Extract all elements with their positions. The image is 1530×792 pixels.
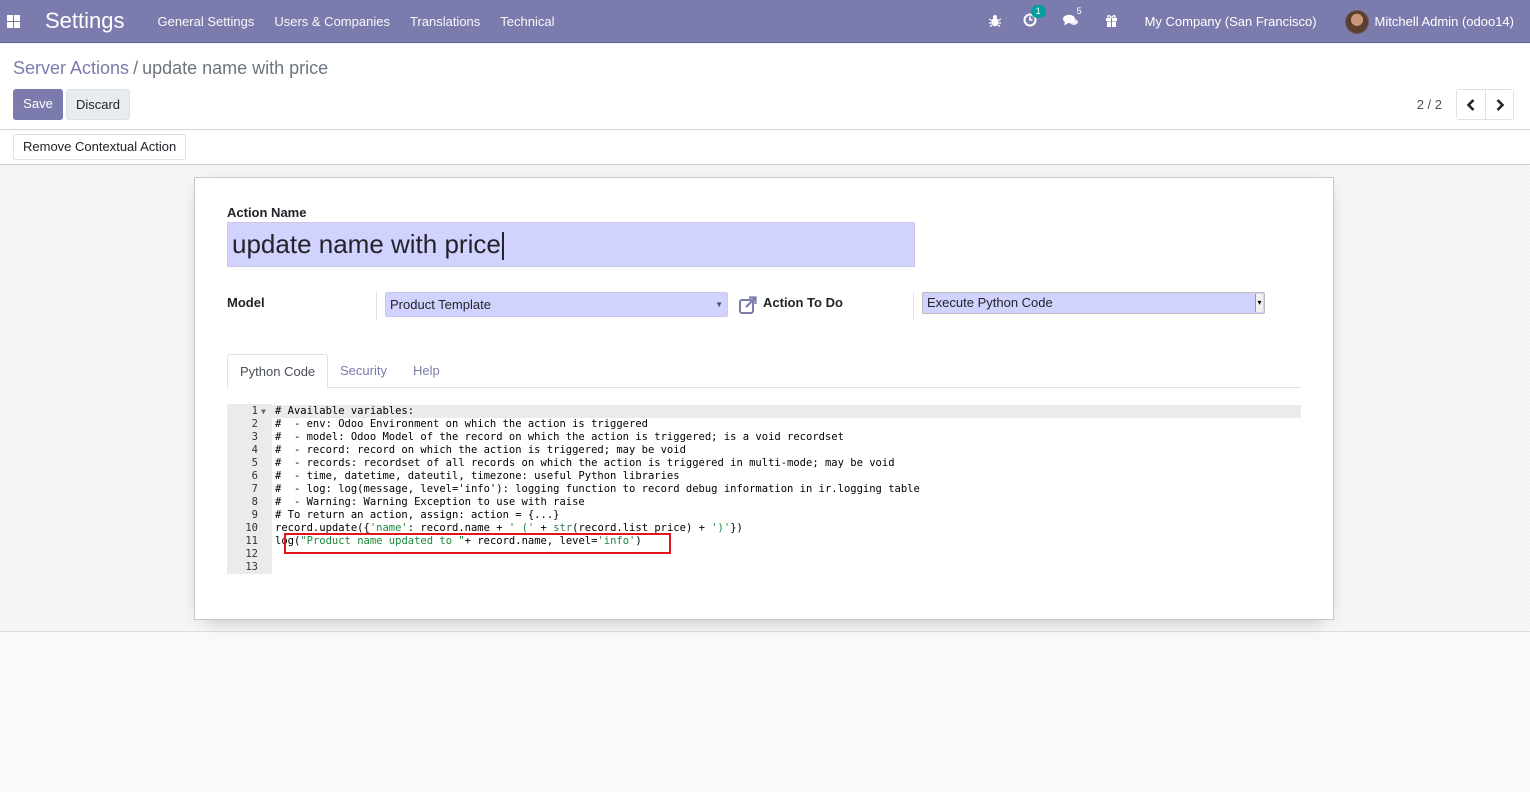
code-line: 5 # - records: recordset of all records o… bbox=[251, 457, 895, 469]
external-link-icon[interactable] bbox=[738, 295, 758, 315]
user-menu[interactable]: Mitchell Admin (odoo14) bbox=[1344, 9, 1514, 34]
avatar bbox=[1344, 9, 1369, 34]
code-line: 13 bbox=[245, 561, 258, 573]
breadcrumb-current: update name with price bbox=[142, 58, 329, 78]
action-to-do-select[interactable]: Execute Python Code ▾ bbox=[922, 292, 1265, 314]
dropdown-caret-icon: ▾ bbox=[1255, 294, 1263, 312]
menu-translations[interactable]: Translations bbox=[410, 14, 480, 29]
pager: 2 / 2 bbox=[1417, 89, 1514, 120]
notebook-tabs: Python Code Security Help bbox=[227, 354, 1301, 389]
code-line: 4 # - record: record on which the action … bbox=[251, 444, 686, 456]
messages-badge: 5 bbox=[1076, 5, 1082, 16]
discard-button[interactable]: Discard bbox=[66, 89, 130, 120]
code-line: 8 # - Warning: Warning Exception to use w… bbox=[251, 496, 585, 508]
text-cursor bbox=[501, 232, 504, 261]
code-line: 3 # - model: Odoo Model of the record on … bbox=[251, 431, 844, 443]
tab-python-code[interactable]: Python Code bbox=[227, 354, 329, 389]
model-select[interactable]: Product Template ▼ bbox=[385, 292, 728, 317]
field-separator bbox=[376, 292, 377, 320]
top-navbar: Settings General Settings Users & Compan… bbox=[0, 0, 1530, 43]
action-to-do-label: Action To Do bbox=[763, 295, 843, 310]
page-bottom bbox=[0, 633, 1530, 792]
code-line-10: record.update({'name': record.name + ' (… bbox=[275, 522, 743, 534]
code-line-11: log("Product name updated to "+ record.n… bbox=[275, 535, 642, 547]
tab-help[interactable]: Help bbox=[413, 354, 440, 389]
chevron-right-icon bbox=[1496, 98, 1504, 111]
menu-technical[interactable]: Technical bbox=[500, 14, 554, 29]
navbar-systray: 1 5 My Company (San Francisco) Mitchell … bbox=[967, 0, 1514, 43]
action-name-input[interactable]: update name with price bbox=[227, 222, 915, 267]
fold-arrow-icon[interactable]: ▼ bbox=[261, 405, 266, 418]
menu-users-companies[interactable]: Users & Companies bbox=[274, 14, 390, 29]
activity-clock-icon[interactable]: 1 bbox=[1023, 5, 1046, 30]
field-separator bbox=[913, 292, 914, 320]
model-value: Product Template bbox=[390, 297, 491, 312]
code-line: 6 # - time, datetime, dateutil, timezone:… bbox=[251, 470, 680, 482]
app-title[interactable]: Settings bbox=[45, 8, 125, 34]
control-panel: Server Actions / update name with price Sa… bbox=[0, 44, 1530, 130]
action-to-do-value: Execute Python Code bbox=[927, 295, 1053, 310]
apps-grid-icon[interactable] bbox=[7, 14, 20, 28]
company-switcher[interactable]: My Company (San Francisco) bbox=[1145, 14, 1317, 29]
model-label: Model bbox=[227, 295, 265, 310]
bug-icon[interactable] bbox=[988, 14, 1001, 30]
form-sheet: Action Name update name with price Model… bbox=[194, 177, 1334, 620]
user-name: Mitchell Admin (odoo14) bbox=[1374, 14, 1514, 29]
breadcrumb: Server Actions / update name with price bbox=[13, 58, 328, 79]
save-button[interactable]: Save bbox=[13, 89, 63, 120]
action-name-label: Action Name bbox=[227, 205, 307, 220]
code-line: 10 record.update({'name': record.name + '… bbox=[245, 522, 743, 534]
code-line: 12 bbox=[245, 548, 258, 560]
code-line: 7 # - log: log(message, level='info'): lo… bbox=[251, 483, 920, 495]
gift-icon[interactable] bbox=[1105, 14, 1118, 30]
breadcrumb-separator: / bbox=[133, 58, 139, 78]
pager-previous-button[interactable] bbox=[1457, 90, 1485, 119]
form-statusbar: Remove Contextual Action bbox=[0, 131, 1530, 165]
code-line: 11 log("Product name updated to "+ record… bbox=[245, 535, 642, 547]
messages-chat-icon[interactable]: 5 bbox=[1062, 6, 1082, 30]
chevron-left-icon bbox=[1466, 98, 1475, 111]
code-line: 2 # - env: Odoo Environment on which the … bbox=[251, 418, 648, 430]
menu-general-settings[interactable]: General Settings bbox=[158, 14, 255, 29]
code-line: 1 ▼ # Available variables: bbox=[227, 405, 1301, 418]
code-line: 9 # To return an action, assign: action =… bbox=[251, 509, 560, 521]
tab-security[interactable]: Security bbox=[340, 354, 387, 389]
pager-value[interactable]: 2 / 2 bbox=[1417, 97, 1442, 112]
python-code-editor[interactable]: 1 ▼ # Available variables: 2 # - env: Odoo… bbox=[227, 404, 1301, 574]
breadcrumb-server-actions[interactable]: Server Actions bbox=[13, 58, 129, 78]
remove-contextual-action-button[interactable]: Remove Contextual Action bbox=[13, 134, 187, 160]
dropdown-caret-icon: ▼ bbox=[715, 300, 723, 309]
activity-badge: 1 bbox=[1030, 5, 1046, 18]
pager-next-button[interactable] bbox=[1485, 90, 1513, 119]
action-name-value: update name with price bbox=[232, 229, 501, 259]
